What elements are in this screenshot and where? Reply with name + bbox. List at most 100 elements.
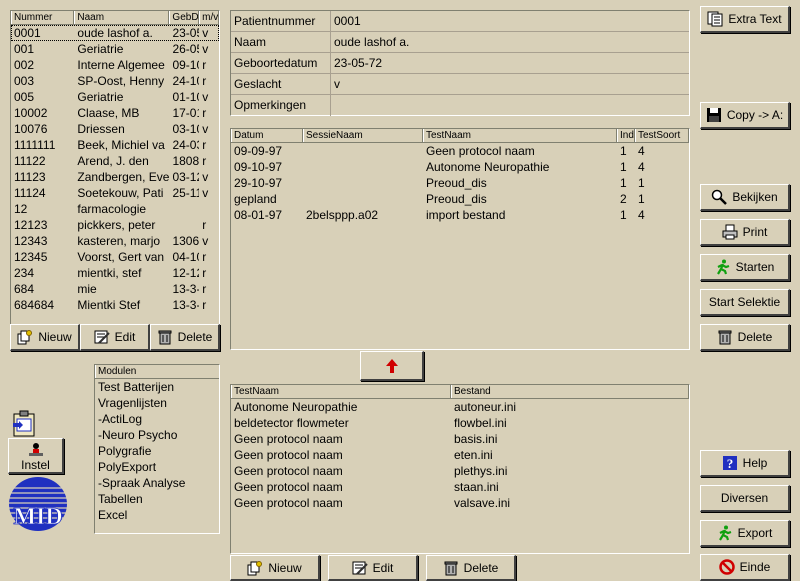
module-item[interactable]: -ActiLog [95, 411, 219, 427]
test-row[interactable]: beldetector flowmeter flowbel.ini [231, 415, 689, 431]
detail-field-row: Patientnummer 0001 [231, 11, 689, 32]
patient-list[interactable]: Nummer Naam GebD m/v 0001 oude lashof a. 2… [10, 10, 220, 326]
session-cell-soort: 1 [638, 192, 645, 206]
move-up-button[interactable] [360, 351, 424, 381]
patient-new-button[interactable]: Nieuw [10, 324, 80, 351]
extra-text-button[interactable]: Extra Text [700, 6, 790, 33]
print-button[interactable]: Print [700, 219, 790, 246]
col-header-nummer[interactable]: Nummer [11, 11, 75, 24]
patient-row[interactable]: 11123 Zandbergen, Eve03-12v [11, 169, 219, 185]
module-item[interactable]: Excel [95, 507, 219, 523]
test-cell-name: Geen protocol naam [234, 480, 343, 494]
session-row[interactable]: 09-10-97 Autonome Neuropathie 1 4 [231, 159, 689, 175]
patient-detail-fields: Patientnummer 0001 Naam oude lashof a. Geboo… [231, 11, 689, 116]
bekijken-button[interactable]: Bekijken [700, 184, 790, 211]
patient-row[interactable]: 12343 kasteren, marjo 1306 v [11, 233, 219, 249]
patient-row[interactable]: 005 Geriatrie 01-10v [11, 89, 219, 105]
patient-row[interactable]: 11124 Soetekouw, Pati 25-11v [11, 185, 219, 201]
patient-row[interactable]: 003 SP-Oost, Henny 24-10r [11, 73, 219, 89]
col-header-naam[interactable]: Naam [74, 11, 170, 24]
patient-row[interactable]: 1111111 Beek, Michiel va 24-03r [11, 137, 219, 153]
patient-row[interactable]: 001 Geriatrie 26-05v [11, 41, 219, 57]
col-header-datum[interactable]: Datum [231, 129, 303, 142]
col-header-testsoort[interactable]: TestSoort [635, 129, 689, 142]
patient-row[interactable]: 0001 oude lashof a. 23-05v [11, 25, 219, 41]
module-item[interactable]: Polygrafie [95, 443, 219, 459]
copy-to-a-button[interactable]: Copy -> A: [700, 102, 790, 129]
print-label: Print [742, 225, 768, 239]
patient-cell-num: 005 [14, 90, 35, 104]
session-row[interactable]: 09-09-97 Geen protocol naam 1 4 [231, 143, 689, 159]
patient-cell-mv: v [202, 122, 209, 136]
edit-icon [94, 329, 110, 345]
patient-row[interactable]: 684 mie 13-3- r [11, 281, 219, 297]
col-header-mv[interactable]: m/v [199, 11, 219, 24]
module-item[interactable]: Vragenlijsten [95, 395, 219, 411]
patient-row[interactable]: 12123 pickkers, peter r [11, 217, 219, 233]
start-selektie-button[interactable]: Start Selektie [700, 289, 790, 316]
module-item[interactable]: Test Batterijen [95, 379, 219, 395]
patient-rows: 0001oude lashof a.23-05v001Geriatrie26-0… [11, 25, 219, 313]
help-question-icon: ? [722, 455, 738, 471]
detail-field-value[interactable]: 0001 [331, 11, 689, 31]
col-header-test-testnaam[interactable]: TestNaam [231, 385, 451, 398]
col-header-gebd[interactable]: GebD [169, 11, 200, 24]
session-cell-soort: 4 [638, 208, 645, 222]
module-item[interactable]: Tabellen [95, 491, 219, 507]
patient-row[interactable]: 684684 Mientki Stef 13-3- r [11, 297, 219, 313]
test-row[interactable]: Geen protocol naam valsave.ini [231, 495, 689, 511]
clipboard-icon [13, 410, 35, 437]
patient-row[interactable]: 234 mientki, stef 12-12r [11, 265, 219, 281]
session-row[interactable]: gepland Preoud_dis 2 1 [231, 191, 689, 207]
starten-button[interactable]: Starten [700, 254, 790, 281]
test-delete-button[interactable]: Delete [426, 555, 516, 581]
test-new-button[interactable]: Nieuw [230, 555, 320, 581]
patient-delete-button[interactable]: Delete [150, 324, 220, 351]
patient-row[interactable]: 12 farmacologie [11, 201, 219, 217]
module-item[interactable]: -Neuro Psycho [95, 427, 219, 443]
session-row[interactable]: 08-01-97 2belsppp.a02 import bestand 1 4 [231, 207, 689, 223]
session-list[interactable]: Datum SessieNaam TestNaam Ind TestSoort … [230, 128, 690, 350]
diversen-button[interactable]: Diversen [700, 485, 790, 512]
test-row[interactable]: Geen protocol naam eten.ini [231, 447, 689, 463]
einde-button[interactable]: Einde [700, 554, 790, 581]
trash-icon [157, 329, 173, 345]
patient-row[interactable]: 10002 Claase, MB 17-01r [11, 105, 219, 121]
detail-field-label: Patientnummer [231, 11, 331, 31]
col-header-testnaam[interactable]: TestNaam [423, 129, 617, 142]
session-row[interactable]: 29-10-97 Preoud_dis 1 1 [231, 175, 689, 191]
test-edit-button[interactable]: Edit [328, 555, 418, 581]
delete-session-button[interactable]: Delete [700, 324, 790, 351]
session-cell-test: Autonome Neuropathie [426, 160, 550, 174]
modules-list[interactable]: Modulen Test Batterijen Vragenlijsten -Act… [94, 364, 220, 534]
patient-row[interactable]: 12345 Voorst, Gert van 04-10r [11, 249, 219, 265]
patient-detail-panel: Patientnummer 0001 Naam oude lashof a. Geboo… [230, 10, 690, 116]
help-button[interactable]: ? Help [700, 450, 790, 477]
detail-field-value[interactable]: 23-05-72 [331, 53, 689, 73]
patient-row[interactable]: 10076 Driessen 03-10v [11, 121, 219, 137]
test-row[interactable]: Geen protocol naam plethys.ini [231, 463, 689, 479]
col-header-sessienaam[interactable]: SessieNaam [303, 129, 423, 142]
patient-cell-name: mie [77, 282, 97, 296]
patient-cell-num: 234 [14, 266, 35, 280]
test-row[interactable]: Geen protocol naam staan.ini [231, 479, 689, 495]
col-header-ind[interactable]: Ind [617, 129, 635, 142]
test-row[interactable]: Geen protocol naam basis.ini [231, 431, 689, 447]
detail-field-value[interactable] [331, 95, 689, 116]
patient-edit-button[interactable]: Edit [80, 324, 150, 351]
test-list[interactable]: TestNaam Bestand Autonome Neuropathie aut… [230, 384, 690, 554]
instel-button[interactable]: Instel [8, 438, 64, 474]
new-record-icon [247, 560, 263, 576]
module-item[interactable]: -Spraak Analyse [95, 475, 219, 491]
col-header-bestand[interactable]: Bestand [451, 385, 689, 398]
module-item[interactable]: PolyExport [95, 459, 219, 475]
clipboard-tool[interactable] [10, 410, 38, 438]
patient-row[interactable]: 002 Interne Algemee 09-10r [11, 57, 219, 73]
test-row[interactable]: Autonome Neuropathie autoneur.ini [231, 399, 689, 415]
export-button[interactable]: Export [700, 520, 790, 547]
patient-cell-gebd [169, 217, 199, 233]
detail-field-value[interactable]: v [331, 74, 689, 94]
detail-field-value[interactable]: oude lashof a. [331, 32, 689, 52]
session-cell-soort: 1 [638, 176, 645, 190]
patient-row[interactable]: 11122 Arend, J. den 1808 r [11, 153, 219, 169]
